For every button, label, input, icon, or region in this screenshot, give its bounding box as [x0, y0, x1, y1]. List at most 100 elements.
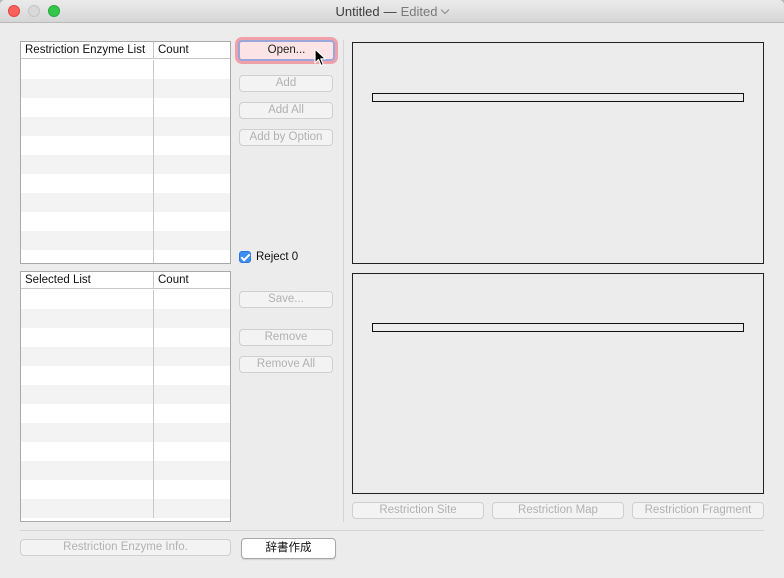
- table-body[interactable]: [21, 290, 230, 521]
- table-cell: [154, 231, 230, 250]
- table-cell: [21, 442, 154, 461]
- table-row[interactable]: [21, 136, 230, 155]
- table-row[interactable]: [21, 461, 230, 480]
- table-row[interactable]: [21, 290, 230, 309]
- column-header-count[interactable]: Count: [154, 272, 230, 288]
- table-body[interactable]: [21, 60, 230, 263]
- table-cell: [21, 155, 154, 174]
- table-row[interactable]: [21, 347, 230, 366]
- table-row[interactable]: [21, 442, 230, 461]
- selected-list-table[interactable]: Selected List Count: [20, 271, 231, 522]
- table-cell: [154, 212, 230, 231]
- table-cell: [154, 174, 230, 193]
- remove-all-button[interactable]: Remove All: [239, 356, 333, 373]
- restriction-enzyme-info-button[interactable]: Restriction Enzyme Info.: [20, 539, 231, 556]
- table-cell: [21, 366, 154, 385]
- table-cell: [154, 499, 230, 518]
- table-cell: [21, 117, 154, 136]
- document-title: Untitled: [335, 4, 380, 19]
- table-row[interactable]: [21, 212, 230, 231]
- table-row[interactable]: [21, 231, 230, 250]
- window-title[interactable]: Untitled — Edited: [0, 4, 784, 19]
- restriction-enzyme-table[interactable]: Restriction Enzyme List Count: [20, 41, 231, 264]
- document-status: Edited: [400, 4, 438, 19]
- table-row[interactable]: [21, 480, 230, 499]
- table-cell: [21, 60, 154, 79]
- table-cell: [21, 385, 154, 404]
- table-cell: [21, 423, 154, 442]
- table-cell: [21, 499, 154, 518]
- table-row[interactable]: [21, 366, 230, 385]
- table-row[interactable]: [21, 79, 230, 98]
- table-cell: [154, 423, 230, 442]
- chevron-down-icon[interactable]: [441, 5, 450, 15]
- table-row[interactable]: [21, 423, 230, 442]
- table-cell: [154, 328, 230, 347]
- restriction-fragment-button[interactable]: Restriction Fragment: [632, 502, 764, 519]
- horizontal-divider: [20, 530, 764, 531]
- table-row[interactable]: [21, 499, 230, 518]
- table-cell: [21, 250, 154, 263]
- table-cell: [21, 461, 154, 480]
- table-row[interactable]: [21, 98, 230, 117]
- table-cell: [154, 79, 230, 98]
- table-cell: [154, 385, 230, 404]
- table-cell: [154, 155, 230, 174]
- table-row[interactable]: [21, 328, 230, 347]
- vertical-divider: [343, 40, 344, 522]
- table-cell: [154, 136, 230, 155]
- table-row[interactable]: [21, 404, 230, 423]
- reject-checkbox-row[interactable]: Reject 0: [239, 250, 298, 264]
- table-cell: [21, 212, 154, 231]
- table-cell: [154, 442, 230, 461]
- save-button[interactable]: Save...: [239, 291, 333, 308]
- table-cell: [21, 480, 154, 499]
- table-cell: [21, 79, 154, 98]
- add-by-option-button[interactable]: Add by Option: [239, 129, 333, 146]
- reject-checkbox[interactable]: [239, 251, 251, 263]
- sequence-bar[interactable]: [372, 93, 744, 102]
- table-row[interactable]: [21, 309, 230, 328]
- remove-button[interactable]: Remove: [239, 329, 333, 346]
- column-header-count[interactable]: Count: [154, 42, 230, 58]
- table-cell: [154, 461, 230, 480]
- title-separator: —: [383, 4, 397, 19]
- restriction-map-button[interactable]: Restriction Map: [492, 502, 624, 519]
- table-cell: [154, 480, 230, 499]
- table-row[interactable]: [21, 155, 230, 174]
- table-cell: [154, 347, 230, 366]
- table-cell: [21, 290, 154, 309]
- table-row[interactable]: [21, 385, 230, 404]
- table-row[interactable]: [21, 60, 230, 79]
- add-all-button[interactable]: Add All: [239, 102, 333, 119]
- app-window: Untitled — Edited Restriction Enzyme List …: [0, 0, 784, 578]
- table-row[interactable]: [21, 174, 230, 193]
- reject-checkbox-label[interactable]: Reject 0: [256, 251, 298, 263]
- table-cell: [21, 136, 154, 155]
- table-cell: [21, 193, 154, 212]
- restriction-map-panel[interactable]: [352, 273, 764, 494]
- table-row[interactable]: [21, 117, 230, 136]
- table-cell: [21, 404, 154, 423]
- create-dictionary-button[interactable]: 辞書作成: [241, 538, 336, 559]
- sequence-bar[interactable]: [372, 323, 744, 332]
- table-cell: [154, 60, 230, 79]
- add-button[interactable]: Add: [239, 75, 333, 92]
- table-row[interactable]: [21, 193, 230, 212]
- table-cell: [21, 98, 154, 117]
- table-cell: [154, 404, 230, 423]
- table-header: Restriction Enzyme List Count: [21, 42, 230, 59]
- table-cell: [21, 309, 154, 328]
- table-cell: [154, 250, 230, 263]
- table-cell: [154, 98, 230, 117]
- table-header: Selected List Count: [21, 272, 230, 289]
- table-cell: [154, 290, 230, 309]
- column-header-enzyme-list[interactable]: Restriction Enzyme List: [21, 42, 154, 58]
- table-cell: [21, 328, 154, 347]
- restriction-site-button[interactable]: Restriction Site: [352, 502, 484, 519]
- table-row[interactable]: [21, 250, 230, 263]
- column-header-selected-list[interactable]: Selected List: [21, 272, 154, 288]
- restriction-site-panel[interactable]: [352, 42, 764, 264]
- table-cell: [21, 174, 154, 193]
- table-cell: [21, 347, 154, 366]
